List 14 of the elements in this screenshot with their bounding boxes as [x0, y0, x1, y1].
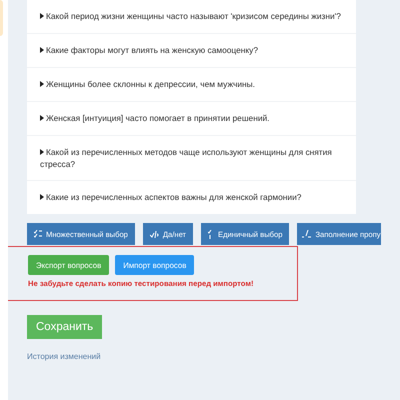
question-item[interactable]: Какие из перечисленных аспектов важны для женской гармонии?: [27, 181, 356, 214]
question-item[interactable]: Какие факторы могут влиять на женскую самооценку?: [27, 34, 356, 68]
question-item[interactable]: Какой период жизни женщины часто называют 'кризисом середины жизни'?: [27, 0, 356, 34]
caret-icon: [40, 149, 44, 155]
caret-icon: [40, 194, 44, 200]
question-item[interactable]: Какой из перечисленных методов чаще используют женщины для снятия стресса?: [27, 136, 356, 181]
caret-icon: [40, 115, 44, 121]
save-button[interactable]: Сохранить: [27, 315, 102, 339]
caret-icon: [40, 47, 44, 53]
caret-icon: [40, 81, 44, 87]
caret-icon: [40, 13, 44, 19]
history-link[interactable]: История изменений: [27, 352, 101, 361]
question-item[interactable]: Женщины более склонны к депрессии, чем мужчины.: [27, 68, 356, 102]
question-item[interactable]: Женская [интуиция] часто помогает в принятии решений.: [27, 102, 356, 136]
